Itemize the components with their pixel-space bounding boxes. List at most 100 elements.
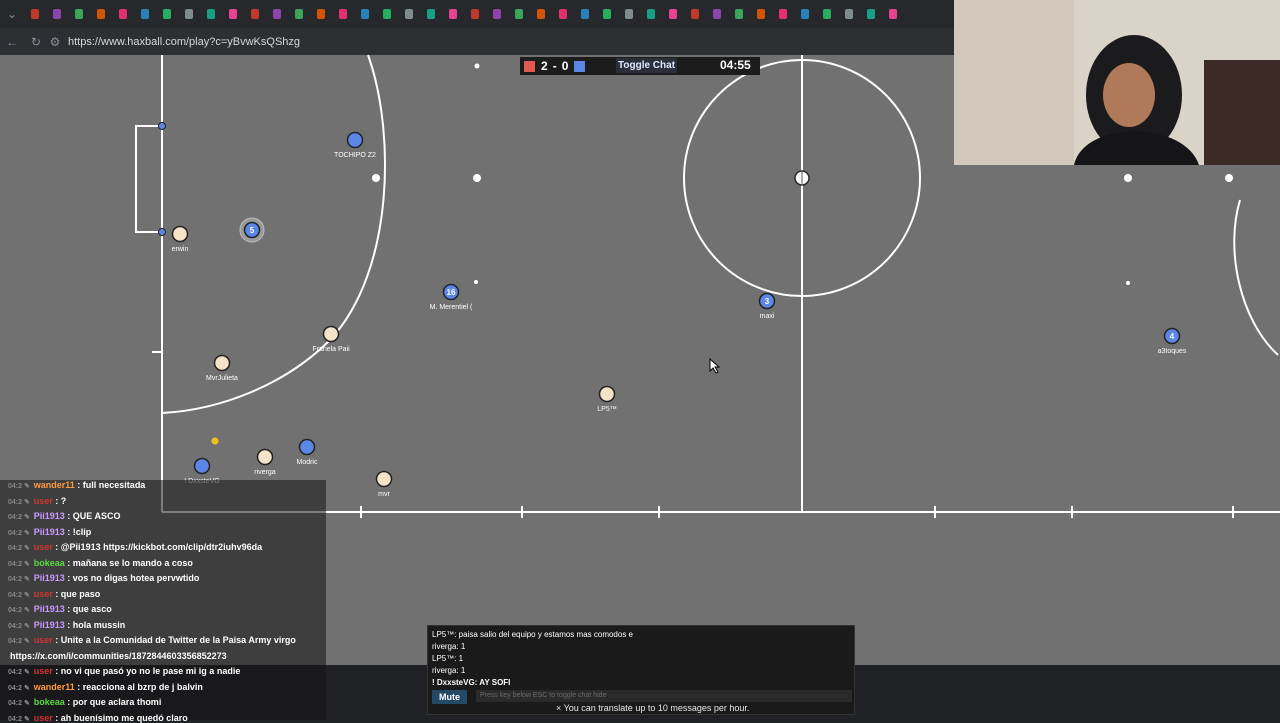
chat-message: 04:2 ✎ wander11 : reacciona al bzrp de j… xyxy=(8,682,203,692)
chat-username[interactable]: user xyxy=(34,496,53,506)
chat-username[interactable]: user xyxy=(34,666,53,676)
left-goal xyxy=(135,125,162,233)
chat-badge-icon: 04:2 ✎ xyxy=(8,529,32,537)
chat-message: 04:2 ✎ wander11 : full necesitada xyxy=(8,480,145,490)
player-number: 16 xyxy=(447,288,456,297)
player-name: riverga xyxy=(254,469,276,476)
chat-badge-icon: 04:2 ✎ xyxy=(8,498,32,506)
chat-text: : QUE ASCO xyxy=(64,511,121,521)
player-name: Franela Paii xyxy=(312,346,350,353)
player-number: 4 xyxy=(1170,332,1175,341)
player-disc xyxy=(298,438,316,456)
chat-username[interactable]: user xyxy=(34,713,53,723)
chat-text: : que paso xyxy=(52,588,101,599)
chat-badge-icon: 04:2 ✎ xyxy=(8,514,32,521)
chat-text: : ? xyxy=(52,495,67,506)
chat-username[interactable]: Pii1913 xyxy=(34,511,65,521)
player-name: erwin xyxy=(172,246,189,253)
chat-username[interactable]: user xyxy=(34,542,53,552)
chat-text: : !clip xyxy=(64,526,92,537)
chat-message: 04:2 ✎ bokeaa : mañana se lo mando a cos… xyxy=(8,558,193,568)
chat-username[interactable]: wander11 xyxy=(34,682,75,692)
toggle-chat-button[interactable]: Toggle Chat xyxy=(616,58,678,73)
chat-badge-icon: 04:2 ✎ xyxy=(8,483,32,490)
stream-chat-panel: 04:2 ✎ wander11 : full necesitada 04:2 ✎ … xyxy=(0,480,326,723)
chat-message: 04:2 ✎ Pii1913 : que asco xyxy=(8,604,112,614)
player-disc xyxy=(598,385,616,403)
red-team-square xyxy=(524,60,535,72)
player-disc xyxy=(375,470,393,488)
chat-badge-icon: 04:2 ✎ xyxy=(8,545,32,552)
chat-message: 04:2 ✎ user : Unite a la Comunidad de Tw… xyxy=(8,635,296,645)
player-name: mvr xyxy=(378,491,390,498)
score-red: 2 xyxy=(541,59,548,73)
chat-text: : que asco xyxy=(64,604,112,614)
chat-message: 04:2 ✎ Pii1913 : !clip xyxy=(8,527,91,537)
webcam-overlay xyxy=(954,0,1280,165)
chat-input[interactable]: Press key below ESC to toggle chat hide xyxy=(476,690,852,702)
chat-message: 04:2 ✎ bokeaa : por que aclara thomi xyxy=(8,697,161,707)
players-layer: TOCHIPO Z2 erwin 5 16 M. Merentiel (Franela … xyxy=(171,131,1187,498)
player-disc xyxy=(346,131,364,149)
chat-message: 04:2 ✎ user : no vi que pasó yo no le pa… xyxy=(8,666,240,676)
player-disc xyxy=(256,448,274,466)
chat-message: 04:2 ✎ user : ? xyxy=(8,496,66,506)
score-separator: - xyxy=(552,59,557,73)
chat-username[interactable]: user xyxy=(34,635,53,645)
chat-username[interactable]: bokeaa xyxy=(34,697,65,707)
chat-username[interactable]: Pii1913 xyxy=(34,604,65,614)
chat-text: : @Pii1913 https://kickbot.com/clip/dtr2… xyxy=(52,542,263,552)
mouse-cursor-icon xyxy=(709,358,721,374)
chat-text: : por que aclara thomi xyxy=(64,697,162,707)
chat-text: : ah buenísimo me quedó claro xyxy=(52,712,188,723)
player-disc xyxy=(213,354,231,372)
haxball-chat-message: riverga: 1 xyxy=(432,642,466,651)
chat-username[interactable]: Pii1913 xyxy=(34,527,65,537)
chat-message: 04:2 ✎ Pii1913 : vos no digas hotea perv… xyxy=(8,573,199,583)
chat-badge-icon: 04:2 ✎ xyxy=(8,607,32,614)
chat-username[interactable]: bokeaa xyxy=(34,558,65,568)
chat-badge-icon: 04:2 ✎ xyxy=(8,576,32,583)
haxball-chat-message: LP5™: 1 xyxy=(432,654,464,663)
right-penalty-arc xyxy=(1233,199,1279,356)
player-name: LP5™ xyxy=(597,406,616,413)
chat-username[interactable]: user xyxy=(34,589,53,599)
score-blue: 0 xyxy=(561,59,569,73)
chat-message: 04:2 ✎ Pii1913 : hola mussin xyxy=(8,620,125,630)
chat-username[interactable]: wander11 xyxy=(34,480,75,490)
translate-notice: × You can translate up to 10 messages pe… xyxy=(556,703,750,713)
chat-badge-icon: 04:2 ✎ xyxy=(8,591,32,599)
haxball-chat-message: riverga: 1 xyxy=(432,666,466,675)
chat-text: : no vi que pasó yo no le pase mi ig a n… xyxy=(52,666,241,676)
player-avatar-marker xyxy=(211,437,219,445)
chat-badge-icon: 04:2 ✎ xyxy=(8,669,32,676)
player-disc xyxy=(171,225,189,243)
chat-message: 04:2 ✎ user : ah buenísimo me quedó clar… xyxy=(8,713,188,723)
player-number: 3 xyxy=(765,297,770,306)
chat-text: : vos no digas hotea pervwtido xyxy=(64,573,200,583)
haxball-chat-message: LP5™: paisa salio del equipo y estamos m… xyxy=(432,630,633,639)
chat-message: 04:2 ✎ Pii1913 : QUE ASCO xyxy=(8,511,120,521)
chat-badge-icon: 04:2 ✎ xyxy=(8,638,32,645)
player-name: maxi xyxy=(760,313,775,320)
chat-text: : full necesitada xyxy=(74,480,146,490)
haxball-chat-message: ! DxxsteVG: AY SOFI xyxy=(432,678,511,687)
mute-button[interactable]: Mute xyxy=(432,690,467,704)
haxball-chat-box: LP5™: paisa salio del equipo y estamos m… xyxy=(427,625,855,715)
blue-team-square xyxy=(574,60,586,72)
chat-message: 04:2 ✎ user : que paso xyxy=(8,589,100,599)
chat-badge-icon: 04:2 ✎ xyxy=(8,622,32,630)
chat-text: : mañana se lo mando a coso xyxy=(64,557,193,568)
player-name: Modric xyxy=(296,459,318,466)
player-number: 5 xyxy=(250,226,255,235)
chat-text: https://x.com/i/communities/187284460335… xyxy=(10,650,227,661)
game-timer: 04:55 xyxy=(720,58,751,72)
chat-username[interactable]: Pii1913 xyxy=(34,620,65,630)
chat-badge-icon: 04:2 ✎ xyxy=(8,560,32,568)
chat-text: : Unite a la Comunidad de Twitter de la … xyxy=(52,635,296,645)
chat-message: https://x.com/i/communities/187284460335… xyxy=(8,651,227,661)
player-disc xyxy=(322,325,340,343)
left-penalty-arc xyxy=(161,54,387,414)
chat-message: 04:2 ✎ user : @Pii1913 https://kickbot.c… xyxy=(8,542,262,552)
chat-username[interactable]: Pii1913 xyxy=(34,573,65,583)
